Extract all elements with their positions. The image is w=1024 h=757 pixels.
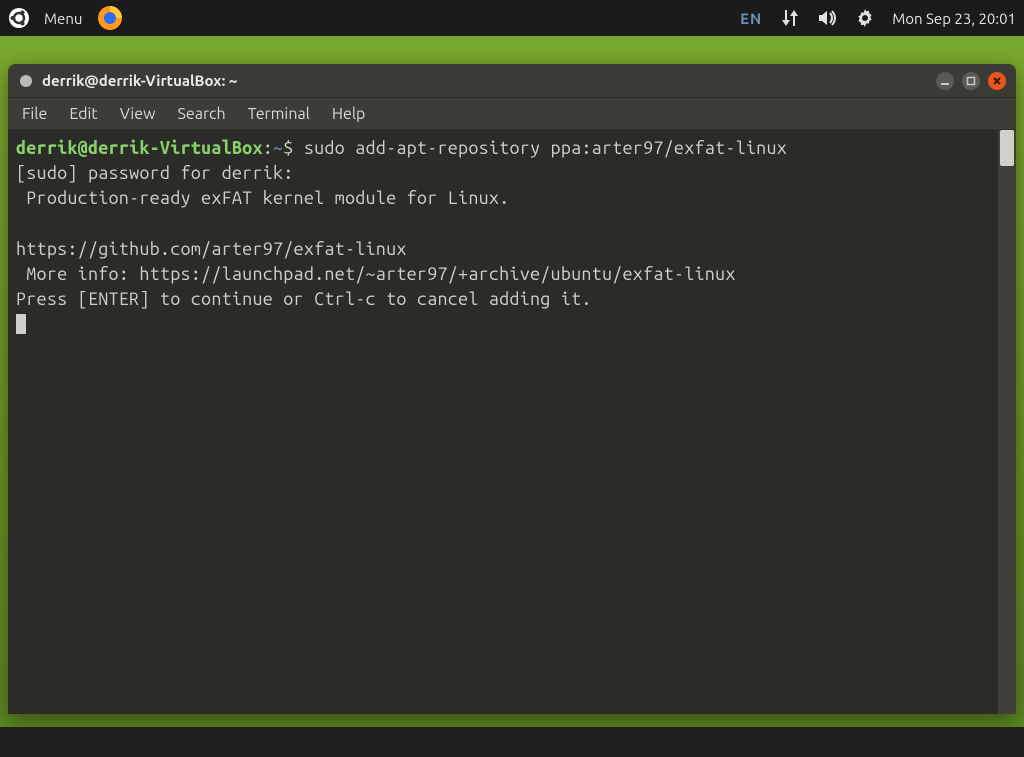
cursor-icon [16, 314, 26, 334]
window-title: derrik@derrik-VirtualBox: ~ [42, 72, 237, 89]
firefox-icon[interactable] [96, 4, 124, 32]
scrollbar[interactable] [998, 130, 1016, 714]
menu-label[interactable]: Menu [44, 10, 82, 27]
menubar: File Edit View Search Terminal Help [8, 98, 1016, 130]
minimize-button[interactable] [936, 72, 954, 90]
menu-edit[interactable]: Edit [69, 105, 97, 123]
output-line-sudo: [sudo] password for derrik: [16, 163, 294, 183]
close-button[interactable] [988, 72, 1006, 90]
window-indicator-icon [20, 75, 32, 87]
output-line-url: https://github.com/arter97/exfat-linux [16, 239, 407, 259]
ubuntu-logo-icon[interactable] [8, 7, 30, 29]
scrollbar-thumb[interactable] [1000, 130, 1014, 166]
prompt-userhost: derrik@derrik-VirtualBox [16, 138, 263, 158]
clock[interactable]: Mon Sep 23, 20:01 [892, 10, 1016, 27]
menu-view[interactable]: View [120, 105, 156, 123]
window-controls [936, 72, 1006, 90]
menu-help[interactable]: Help [332, 105, 366, 123]
volume-icon[interactable] [818, 10, 838, 26]
output-line-moreinfo: More info: https://launchpad.net/~arter9… [16, 264, 736, 284]
output-line-desc: Production-ready exFAT kernel module for… [16, 188, 509, 208]
desktop: derrik@derrik-VirtualBox: ~ File Edit Vi… [0, 36, 1024, 757]
terminal-body: derrik@derrik-VirtualBox:~$ sudo add-apt… [8, 130, 1016, 714]
menu-file[interactable]: File [22, 105, 47, 123]
language-indicator[interactable]: EN [740, 10, 762, 27]
prompt-sep: : [263, 138, 273, 158]
terminal-content[interactable]: derrik@derrik-VirtualBox:~$ sudo add-apt… [8, 130, 998, 714]
output-line-prompt2: Press [ENTER] to continue or Ctrl-c to c… [16, 289, 592, 309]
titlebar[interactable]: derrik@derrik-VirtualBox: ~ [8, 64, 1016, 98]
maximize-button[interactable] [962, 72, 980, 90]
menu-search[interactable]: Search [178, 105, 226, 123]
top-panel: Menu EN [0, 0, 1024, 36]
prompt-suffix: $ [283, 138, 304, 158]
prompt-path: ~ [273, 138, 283, 158]
command-text: sudo add-apt-repository ppa:arter97/exfa… [304, 138, 787, 158]
menu-terminal[interactable]: Terminal [248, 105, 310, 123]
network-icon[interactable] [780, 10, 800, 26]
gear-icon[interactable] [856, 9, 874, 27]
terminal-window: derrik@derrik-VirtualBox: ~ File Edit Vi… [8, 64, 1016, 714]
bottom-panel [0, 727, 1024, 757]
